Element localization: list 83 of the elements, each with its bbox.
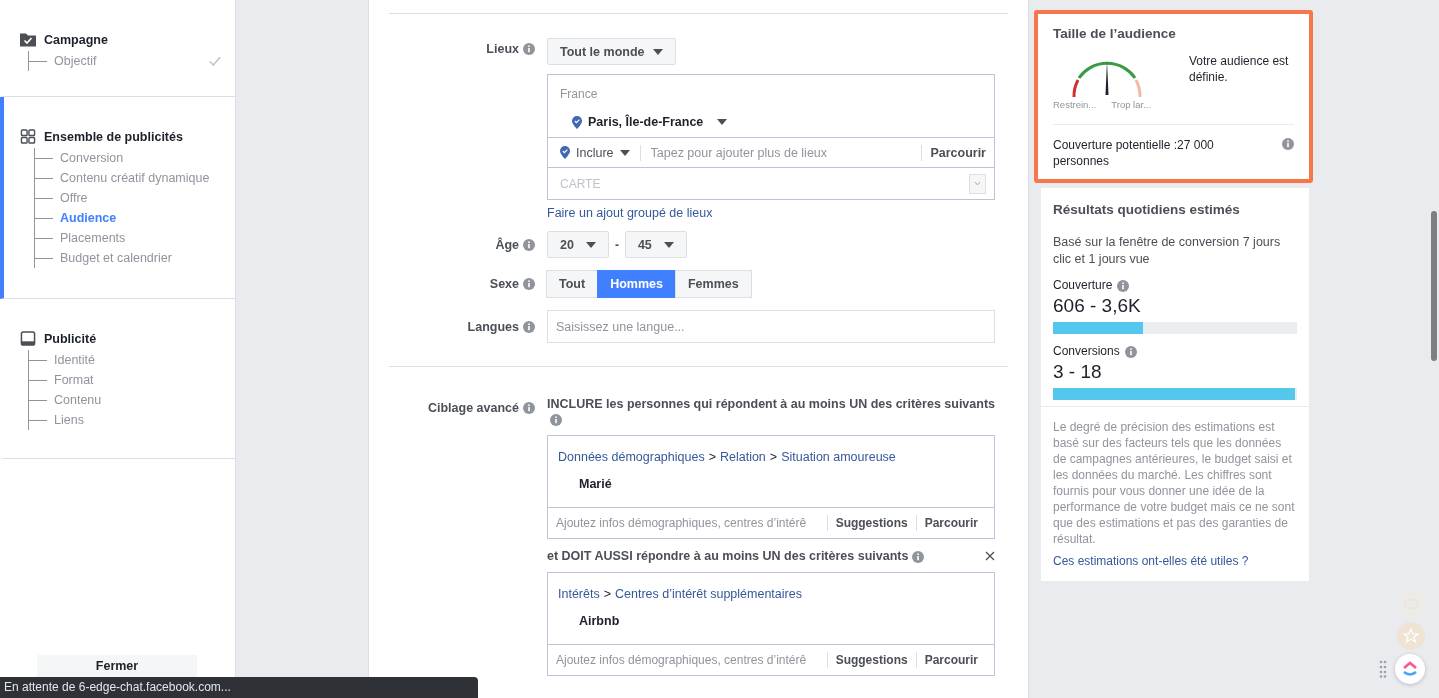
location-name: Paris, Île-de-France <box>588 115 704 129</box>
info-icon <box>1124 345 1137 358</box>
caret-icon[interactable] <box>717 119 728 125</box>
folder-check-icon <box>20 32 36 47</box>
pin-icon <box>572 115 582 129</box>
caret-icon <box>619 149 630 156</box>
info-icon <box>523 321 535 333</box>
expand-map-button[interactable] <box>969 173 986 194</box>
grid-icon <box>20 129 36 144</box>
suggestions-button[interactable]: Suggestions <box>826 652 916 668</box>
section-title[interactable]: Publicité <box>44 331 97 346</box>
gauge-label: Trop lar... <box>1111 99 1152 110</box>
caret-icon <box>663 241 674 248</box>
max-age-dropdown[interactable]: 45 <box>624 231 687 258</box>
range-separator: - <box>614 237 619 252</box>
browse-button[interactable]: Parcourir <box>915 652 986 668</box>
metric-value: 606 - 3,6K <box>1053 295 1142 317</box>
language-field[interactable]: Saisissez une langue... <box>547 310 995 343</box>
app-logo-icon[interactable] <box>1395 654 1425 684</box>
info-icon <box>523 278 535 290</box>
pin-icon <box>560 146 570 159</box>
breadcrumb-link[interactable]: Données démographiques <box>558 450 705 464</box>
field-label: Lieux <box>486 42 519 56</box>
caret-icon <box>652 48 663 55</box>
breadcrumb-link[interactable]: Intérêts <box>558 587 600 601</box>
targeting-search-field[interactable]: Ajoutez infos démographiques, centres d’intérê <box>548 653 827 667</box>
gender-option[interactable]: Femmes <box>674 270 752 298</box>
browse-button[interactable]: Parcourir <box>921 144 986 161</box>
metric-label: Couverture <box>1053 278 1113 292</box>
audience-dropdown[interactable]: Tout le monde <box>547 38 676 65</box>
info-icon <box>1282 138 1294 150</box>
chevron-down-icon <box>974 181 981 186</box>
card-subtitle: Basé sur la fenêtre de conversion 7 jours clic et 1 jours vue <box>1053 234 1282 268</box>
feedback-link[interactable]: Ces estimations ont-elles été utiles ? <box>1053 554 1297 568</box>
potential-reach: Couverture potentielle :27 000 personnes <box>1053 137 1215 169</box>
map-label: CARTE <box>560 176 601 191</box>
drag-handle-icon[interactable] <box>1379 660 1387 678</box>
bulk-add-link[interactable]: Faire un ajout groupé de lieux <box>547 206 713 220</box>
include-dropdown[interactable]: Inclure <box>560 144 641 161</box>
targeting-value: Airbnb <box>578 613 621 630</box>
section-title[interactable]: Ensemble de publicités <box>44 129 183 144</box>
field-label: Langues <box>467 320 519 334</box>
breadcrumb-link[interactable]: Situation amoureuse <box>781 450 896 464</box>
nav-item[interactable]: Audience <box>60 211 117 225</box>
targeting-value: Marié <box>578 476 613 493</box>
scrollbar[interactable] <box>1431 211 1437 361</box>
tablet-icon <box>20 331 36 346</box>
audience-status: Votre audience est définie. <box>1189 53 1289 86</box>
info-icon <box>1117 279 1130 292</box>
field-label: Ciblage avancé <box>428 401 519 415</box>
breadcrumb-link[interactable]: Relation <box>719 450 766 464</box>
caret-icon <box>585 241 596 248</box>
browse-button[interactable]: Parcourir <box>915 515 986 531</box>
breadcrumb-link[interactable]: Centres d’intérêt supplémentaires <box>615 587 802 601</box>
location-search-field[interactable]: Tapez pour ajouter plus de lieux <box>640 145 922 160</box>
field-label: Âge <box>495 238 519 252</box>
close-button[interactable]: Fermer <box>37 655 197 677</box>
suggestions-button[interactable]: Suggestions <box>826 515 916 531</box>
gender-option[interactable]: Hommes <box>597 270 676 298</box>
country-label: France <box>560 87 599 101</box>
breadcrumb-separator: > <box>603 587 611 601</box>
disclaimer-text: Le degré de précision des estimations est basé sur des facteurs tels que les données de campagnes antérieures, le budget saisi et les données du marché. Les chiffres sont fournis pour vous donner une idée de la performance de votre budget mais ce ne sont que des estimations et pas des garanties de résultat. <box>1053 419 1296 547</box>
card-title: Taille de l’audience <box>1053 26 1177 41</box>
info-icon <box>912 550 925 563</box>
field-label: Sexe <box>489 277 519 291</box>
min-age-dropdown[interactable]: 20 <box>547 231 609 258</box>
criteria-heading: INCLURE les personnes qui répondent à au moins UN des critères suivants <box>547 397 996 411</box>
section-title[interactable]: Campagne <box>44 32 108 47</box>
info-icon <box>523 43 535 55</box>
info-icon <box>523 239 535 251</box>
close-icon[interactable] <box>985 551 995 561</box>
info-icon <box>523 402 535 414</box>
info-icon <box>550 414 562 426</box>
metric-label: Conversions <box>1053 344 1120 358</box>
metric-value: 3 - 18 <box>1053 361 1103 383</box>
status-bar: En attente de 6-edge-chat.facebook.com... <box>0 677 478 698</box>
gauge-label: Restrein... <box>1053 99 1097 110</box>
card-title: Résultats quotidiens estimés <box>1053 202 1241 217</box>
targeting-search-field[interactable]: Ajoutez infos démographiques, centres d’intérê <box>548 516 827 530</box>
criteria-heading: et DOIT AUSSI répondre à au moins UN des critères suivants <box>547 549 909 563</box>
gender-option[interactable]: Tout <box>546 270 599 298</box>
breadcrumb-separator: > <box>769 450 778 464</box>
breadcrumb-separator: > <box>708 450 716 464</box>
